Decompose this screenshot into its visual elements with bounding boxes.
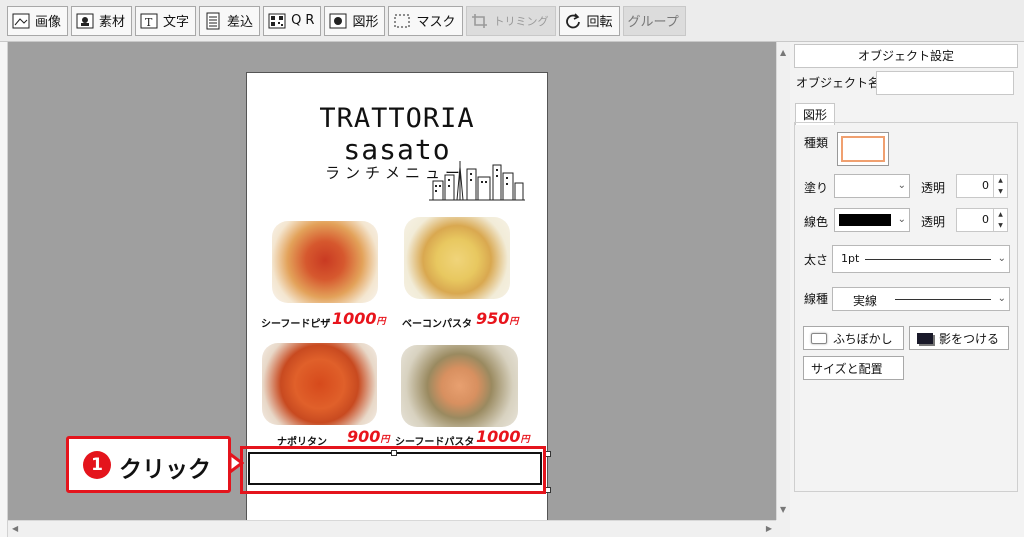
kind-preview[interactable] [837, 132, 889, 166]
object-name-input[interactable] [876, 71, 1014, 95]
scroll-right-arrow-icon[interactable]: ▶ [766, 524, 772, 533]
fill-transparency-stepper[interactable]: 0 ▲ ▼ [956, 174, 1008, 198]
stepper-arrows-icon[interactable]: ▲ ▼ [993, 175, 1007, 197]
rectangle-shape-icon [841, 136, 885, 162]
item-name: ベーコンパスタ [402, 319, 472, 330]
horizontal-scrollbar[interactable]: ◀ ▶ [8, 520, 776, 537]
callout-box: 1 クリック [66, 436, 231, 493]
image-button[interactable]: 画像 [7, 5, 69, 36]
fill-color-select[interactable]: ⌄ [834, 174, 910, 198]
qr-icon [268, 12, 286, 30]
toolbar: 画像 素材 T 文字 差込 Q R 図形 マスク トリミング 回転 グループ [0, 0, 1024, 42]
scroll-left-arrow-icon[interactable]: ◀ [12, 524, 18, 533]
line-color-label: 線色 [804, 215, 829, 229]
size-and-position-button[interactable]: サイズと配置 [803, 356, 904, 380]
object-settings-panel: オブジェクト設定 オブジェクト名 図形 種類 塗り ⌄ 透明 0 ▲ ▼ 線色 ⌄ … [790, 42, 1024, 537]
chevron-down-icon: ⌄ [897, 180, 906, 191]
image-icon [12, 12, 30, 30]
thickness-select[interactable]: 1pt ⌄ [832, 245, 1010, 273]
app-window: 画像 素材 T 文字 差込 Q R 図形 マスク トリミング 回転 グループ T… [0, 0, 1024, 537]
item-price: 950円 [476, 309, 519, 328]
scroll-down-arrow-icon[interactable]: ▼ [780, 505, 786, 514]
line-type-select[interactable]: 実線 ⌄ [832, 287, 1010, 311]
napolitan-photo [262, 343, 377, 425]
line-color-select[interactable]: ⌄ [834, 208, 910, 232]
trim-button[interactable]: トリミング [465, 5, 556, 36]
fill-label: 塗り [804, 181, 829, 195]
callout-text: クリック [119, 457, 211, 483]
thickness-label: 太さ [804, 253, 829, 267]
seafood-pasta-photo [401, 345, 518, 427]
svg-text:T: T [145, 16, 153, 29]
step-number-badge: 1 [83, 451, 111, 479]
line-transparency-stepper[interactable]: 0 ▲ ▼ [956, 208, 1008, 232]
line-type-preview [895, 299, 991, 300]
chevron-down-icon: ⌄ [997, 253, 1006, 264]
fill-transparency-label: 透明 [921, 181, 946, 195]
text-button[interactable]: T 文字 [135, 5, 197, 36]
group-button[interactable]: グループ [622, 5, 686, 36]
item-price: 900円 [347, 427, 390, 446]
item-price: 1000円 [476, 427, 530, 446]
mask-icon [393, 12, 411, 30]
item-name: シーフードピザ [261, 319, 331, 330]
stepper-arrows-icon[interactable]: ▲ ▼ [993, 209, 1007, 231]
menu-title: TRATTORIA [319, 103, 475, 134]
callout-highlight-frame [240, 446, 546, 494]
material-button[interactable]: 素材 [71, 5, 133, 36]
crop-icon [471, 12, 489, 30]
scroll-up-arrow-icon[interactable]: ▲ [780, 48, 786, 57]
vertical-scrollbar[interactable]: ▲ ▼ [776, 42, 790, 520]
chevron-down-icon: ⌄ [997, 293, 1006, 304]
panel-title: オブジェクト設定 [794, 44, 1018, 68]
bacon-pasta-photo [404, 217, 510, 299]
chevron-down-icon: ⌄ [897, 214, 906, 225]
qr-button[interactable]: Q R [263, 5, 322, 36]
rotate-button[interactable]: 回転 [558, 5, 620, 36]
line-color-swatch [839, 214, 891, 226]
shape-button[interactable]: 図形 [324, 5, 386, 36]
mask-button[interactable]: マスク [388, 5, 463, 36]
kind-label: 種類 [804, 136, 829, 150]
thickness-line-preview [865, 259, 991, 260]
scroll-corner [776, 520, 790, 537]
material-icon [76, 12, 94, 30]
pizza-photo [272, 221, 378, 303]
item-price: 1000円 [332, 309, 386, 328]
blur-edge-button[interactable]: ふちぼかし [803, 326, 904, 350]
merge-icon [204, 12, 222, 30]
rotate-icon [564, 12, 582, 30]
merge-button[interactable]: 差込 [199, 5, 261, 36]
blur-icon [811, 332, 827, 344]
city-skyline-icon [429, 161, 525, 201]
line-type-label: 線種 [804, 292, 829, 306]
left-ruler [0, 42, 8, 537]
text-icon: T [140, 12, 158, 30]
line-transparency-label: 透明 [921, 215, 946, 229]
shadow-icon [917, 332, 933, 344]
object-name-label: オブジェクト名 [796, 76, 881, 90]
add-shadow-button[interactable]: 影をつける [909, 326, 1009, 350]
shape-icon [329, 12, 347, 30]
